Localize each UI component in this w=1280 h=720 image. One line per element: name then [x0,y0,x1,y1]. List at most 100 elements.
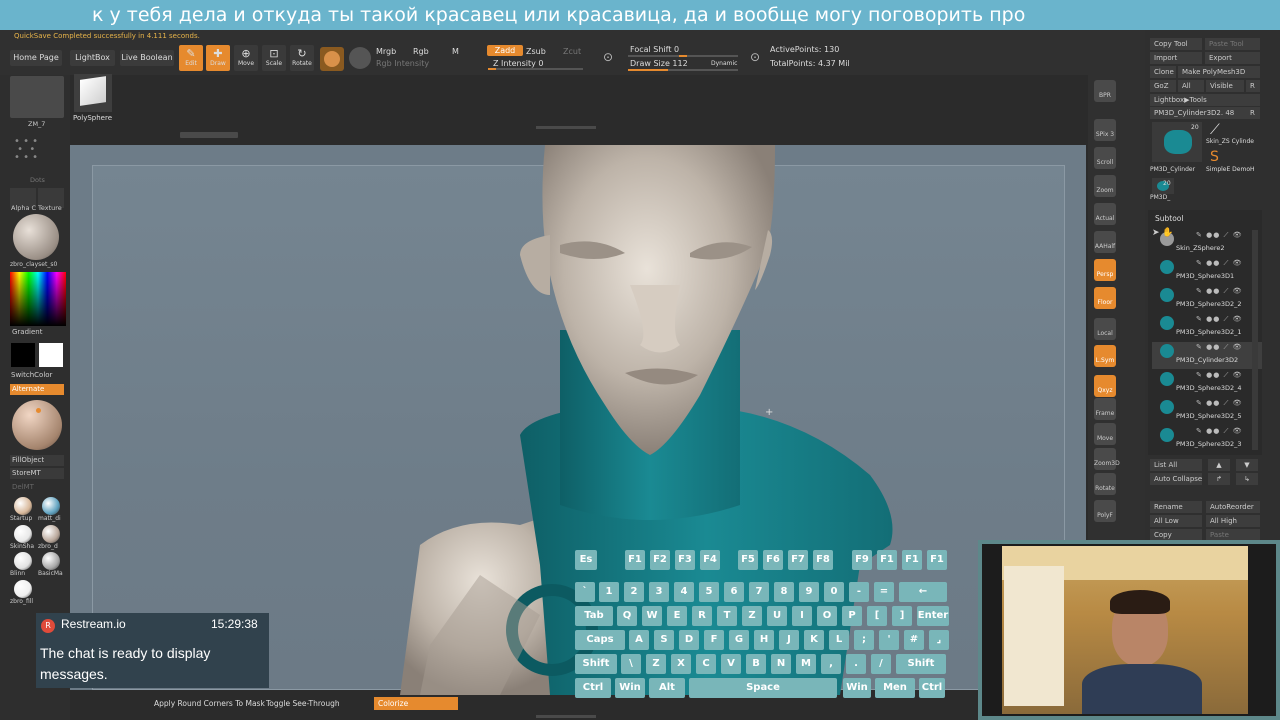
draw-size-slider[interactable]: Draw Size 112 [630,58,688,69]
aahalf-icon[interactable]: AAHalf [1094,231,1116,253]
key[interactable]: Shift [575,654,617,674]
key[interactable]: ` [575,582,595,602]
mrgb-button[interactable]: Mrgb [376,46,396,57]
zadd-button[interactable]: Zadd [487,45,523,56]
key[interactable]: Caps [575,630,625,650]
key[interactable]: 5 [699,582,719,602]
arrow-up-icon[interactable]: ▲ [1208,459,1230,471]
tool-thumbnail[interactable] [10,76,64,118]
key[interactable]: Alt [649,678,685,698]
dynamic-button[interactable]: Dynamic [711,58,737,69]
key[interactable]: F5 [738,550,758,570]
material-ball-1[interactable] [42,497,60,515]
copy-tool-button[interactable]: Copy Tool [1150,38,1202,50]
key[interactable]: P [842,606,862,626]
key[interactable]: Enter [917,606,949,626]
zcut-button[interactable]: Zcut [563,46,581,57]
key[interactable]: F9 [852,550,872,570]
subtool-row[interactable]: ✎ ●● ⟋ 👁 PM3D_Sphere3D2_2 [1152,286,1262,313]
key[interactable]: \ [621,654,641,674]
subtool-row[interactable]: ✎ ●● ⟋ 👁 PM3D_Sphere3D2_5 [1152,398,1262,425]
scroll-icon[interactable]: Scroll [1094,147,1116,169]
visibility-eye-icon[interactable]: ✎ ●● ⟋ 👁 [1196,315,1243,324]
edit-button[interactable]: ✎ Edit [179,45,203,71]
rotate-button[interactable]: ↻ Rotate [290,45,314,71]
material-ball-2[interactable] [14,525,32,543]
visibility-eye-icon[interactable]: ✎ ●● ⟋ 👁 [1196,427,1243,436]
export-button[interactable]: Export [1205,52,1260,64]
key[interactable]: I [792,606,812,626]
key[interactable]: # [904,630,924,650]
subtool-row[interactable]: ✎ ●● ⟋ 👁 PM3D_Sphere3D2_4 [1152,370,1262,397]
key[interactable]: F1 [625,550,645,570]
lsym-icon[interactable]: L.Sym [1094,345,1116,367]
color-picker[interactable] [10,272,66,326]
key[interactable]: C [696,654,716,674]
key[interactable]: F1 [877,550,897,570]
home-page-button[interactable]: Home Page [10,50,62,66]
key[interactable]: E [667,606,687,626]
key[interactable]: U [767,606,787,626]
apply-round-corners-button[interactable]: Apply Round Corners To Mask [150,697,269,710]
key[interactable]: F3 [675,550,695,570]
clay-material-ball[interactable] [13,214,59,260]
local-icon[interactable]: Local [1094,318,1116,340]
store-mt-button[interactable]: StoreMT [10,468,64,479]
key[interactable]: Win [843,678,871,698]
key[interactable]: N [771,654,791,674]
key[interactable]: , [821,654,841,674]
key[interactable]: ] [892,606,912,626]
all-high-button[interactable]: All High [1206,515,1260,527]
key[interactable]: 7 [749,582,769,602]
color-sphere-icon[interactable] [349,47,371,69]
key[interactable]: 0 [824,582,844,602]
subtool-scrollbar[interactable] [1252,230,1258,450]
material-ball-0[interactable] [14,497,32,515]
key[interactable]: W [642,606,662,626]
key[interactable]: X [671,654,691,674]
move-button[interactable]: ⊕ Move [234,45,258,71]
goz-r-button[interactable]: R [1246,80,1260,92]
key[interactable]: S [654,630,674,650]
key[interactable]: . [846,654,866,674]
colorize-button[interactable]: Colorize [374,697,458,710]
key[interactable]: Ctrl [919,678,945,698]
key[interactable]: T [717,606,737,626]
subtool-row[interactable]: ✎ ●● ⟋ 👁 PM3D_Cylinder3D2 [1152,342,1262,369]
key[interactable]: 6 [724,582,744,602]
key[interactable]: D [679,630,699,650]
import-button[interactable]: Import [1150,52,1202,64]
current-tool-r-button[interactable]: R [1246,107,1260,119]
key[interactable]: 9 [799,582,819,602]
xyz-icon[interactable]: Qxyz [1094,375,1116,397]
key[interactable]: F1 [927,550,947,570]
canvas-top-handle[interactable] [536,126,596,129]
alternate-button[interactable]: Alternate [10,384,64,395]
key[interactable]: F2 [650,550,670,570]
frame-icon[interactable]: Frame [1094,398,1116,420]
key[interactable]: 4 [674,582,694,602]
polysphere-thumbnail[interactable] [74,74,112,112]
material-ball-5[interactable] [42,552,60,570]
simple-brush-icon[interactable]: S [1210,150,1228,164]
goz-button[interactable]: GoZ [1150,80,1176,92]
key[interactable]: - [849,582,869,602]
auto-collapse-button[interactable]: Auto Collapse [1150,473,1202,485]
key[interactable]: ← [899,582,947,602]
material-sphere-icon[interactable] [320,47,344,71]
key[interactable]: Shift [896,654,946,674]
live-boolean-button[interactable]: Live Boolean [120,50,174,66]
rotate-view-icon[interactable]: Rotate [1094,473,1116,495]
key[interactable]: ⌟ [929,630,949,650]
key[interactable]: 2 [624,582,644,602]
visibility-eye-icon[interactable]: ✎ ●● ⟋ 👁 [1196,259,1243,268]
lightbox-tools-button[interactable]: Lightbox▶Tools [1150,94,1260,106]
key[interactable]: Ctrl [575,678,611,698]
secondary-color-swatch[interactable] [39,343,63,367]
m-button[interactable]: M [452,46,459,57]
zsub-button[interactable]: Zsub [526,46,546,57]
key[interactable]: Z [742,606,762,626]
switch-color-button[interactable]: SwitchColor [11,371,52,379]
persp-icon[interactable]: Persp [1094,259,1116,281]
key[interactable]: Space [689,678,837,698]
